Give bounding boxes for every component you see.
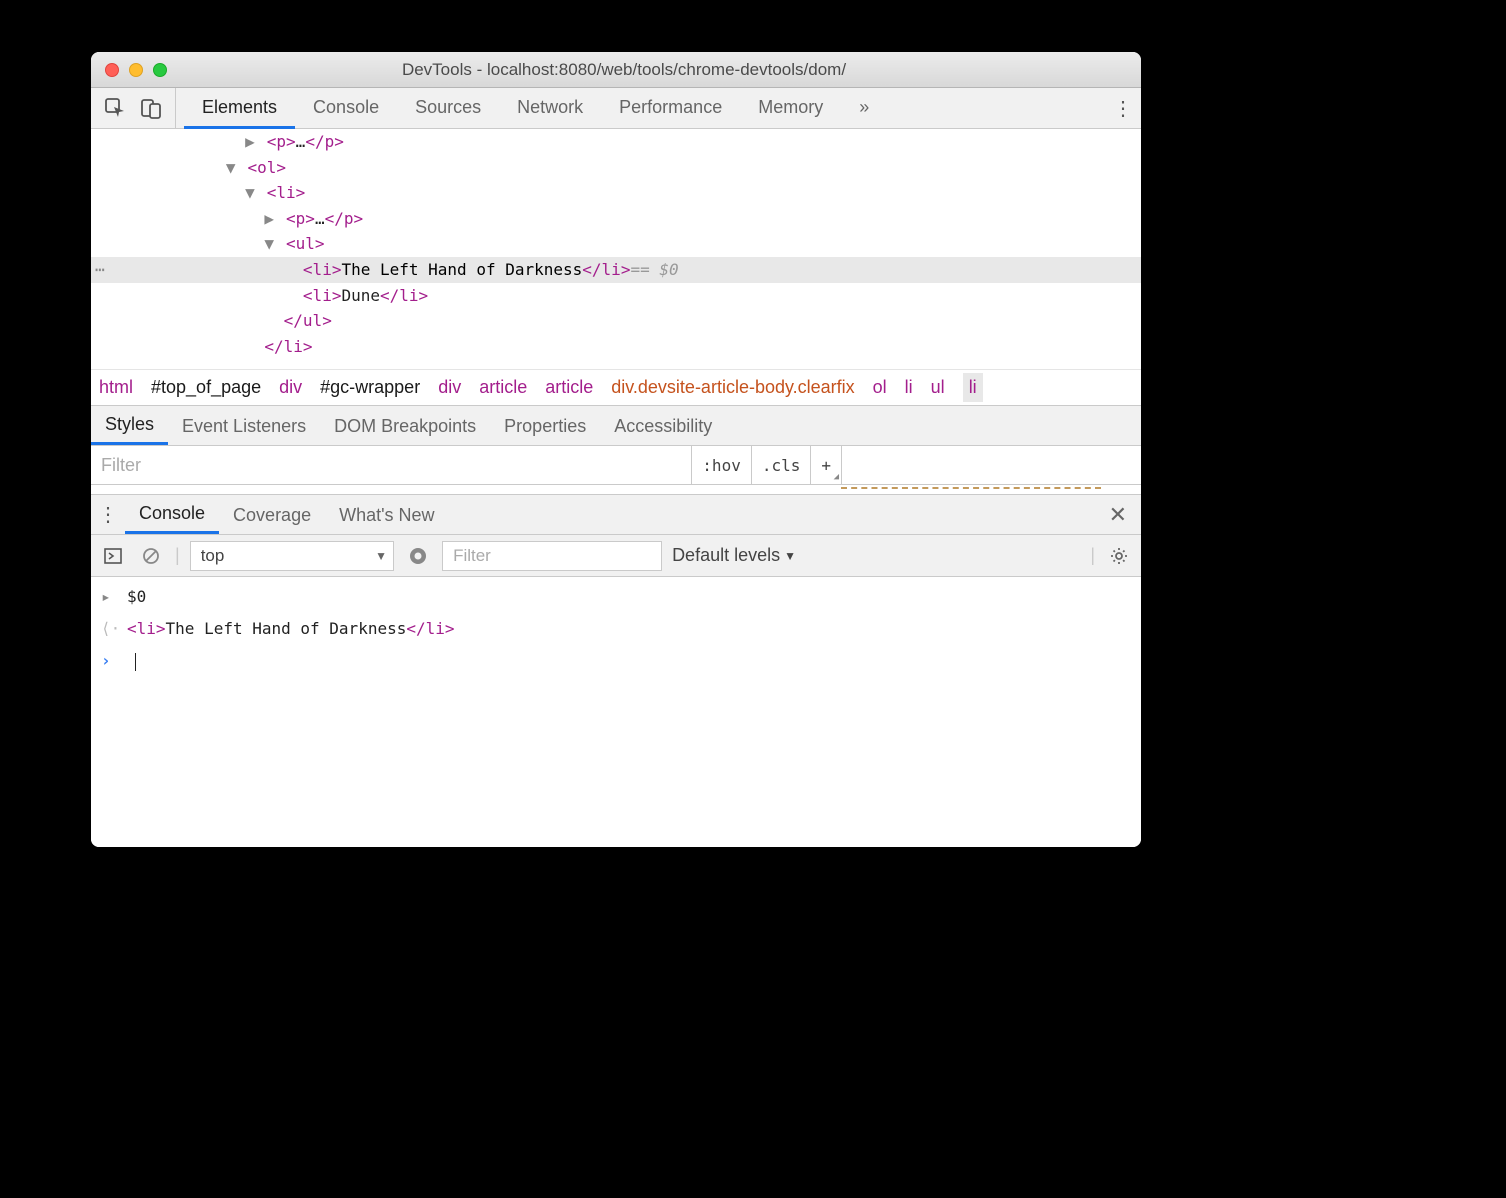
breadcrumb-item[interactable]: article	[479, 377, 527, 398]
console-settings-icon[interactable]	[1105, 538, 1133, 574]
prompt-chevron-icon: ›	[101, 645, 119, 677]
device-toolbar-icon[interactable]	[133, 90, 169, 126]
tree-tag: <p>	[286, 209, 315, 228]
breadcrumbs: html #top_of_page div #gc-wrapper div ar…	[91, 369, 1141, 405]
console-input-line: ▸ $0	[91, 581, 1141, 613]
tab-event-listeners[interactable]: Event Listeners	[168, 408, 320, 444]
drawer-tab-whatsnew[interactable]: What's New	[325, 497, 448, 533]
text-cursor	[135, 653, 136, 671]
tab-overflow[interactable]: »	[841, 88, 887, 129]
console-toolbar: | top ▼ Default levels ▼ |	[91, 535, 1141, 577]
tab-dom-breakpoints[interactable]: DOM Breakpoints	[320, 408, 490, 444]
tab-elements[interactable]: Elements	[184, 88, 295, 129]
breadcrumb-item[interactable]: ol	[873, 377, 887, 398]
close-drawer-button[interactable]: ✕	[1095, 502, 1141, 528]
console-prompt[interactable]: ›	[91, 645, 1141, 677]
output-indicator-icon: ⟨·	[101, 613, 119, 645]
traffic-lights	[91, 63, 167, 77]
tree-tag: <li>	[267, 183, 306, 202]
tree-tag: <ul>	[286, 234, 325, 253]
tab-styles[interactable]: Styles	[91, 406, 168, 445]
context-select[interactable]: top ▼	[190, 541, 394, 571]
breadcrumb-item[interactable]: #gc-wrapper	[320, 377, 420, 398]
breadcrumb-item[interactable]: li	[905, 377, 913, 398]
tab-console[interactable]: Console	[295, 88, 397, 129]
cls-button[interactable]: .cls	[751, 446, 811, 484]
tree-tag: </li>	[264, 337, 312, 356]
drawer-tab-console[interactable]: Console	[125, 495, 219, 534]
tree-tag: <li>	[303, 286, 342, 305]
tab-properties[interactable]: Properties	[490, 408, 600, 444]
breadcrumb-item[interactable]: div	[279, 377, 302, 398]
devtools-window: DevTools - localhost:8080/web/tools/chro…	[91, 52, 1141, 847]
tree-tag: </ul>	[284, 311, 332, 330]
drawer-menu-icon[interactable]: ⋮	[91, 502, 125, 527]
minimize-window-button[interactable]	[129, 63, 143, 77]
ellipsis-icon[interactable]: ⋯	[95, 257, 105, 283]
settings-menu-icon[interactable]: ⋮	[1105, 96, 1141, 121]
breadcrumb-item[interactable]: article	[545, 377, 593, 398]
tree-tag: <p>	[267, 132, 296, 151]
chevron-down-icon: ▼	[375, 549, 387, 563]
drawer-tabstrip: ⋮ Console Coverage What's New ✕	[91, 495, 1141, 535]
breadcrumb-item[interactable]: html	[99, 377, 133, 398]
breadcrumb-item-selected[interactable]: li	[963, 373, 983, 402]
inspect-element-icon[interactable]	[97, 90, 133, 126]
breadcrumb-item[interactable]: #top_of_page	[151, 377, 261, 398]
styles-filter-input[interactable]	[91, 446, 691, 484]
box-model-preview	[841, 487, 1101, 490]
log-levels-select[interactable]: Default levels ▼	[672, 545, 796, 566]
window-title: DevTools - localhost:8080/web/tools/chro…	[167, 60, 1141, 80]
console-output[interactable]: ▸ $0 ⟨· <li>The Left Hand of Darkness</l…	[91, 577, 1141, 847]
tab-network[interactable]: Network	[499, 88, 601, 129]
breadcrumb-item[interactable]: div	[438, 377, 461, 398]
tab-performance[interactable]: Performance	[601, 88, 740, 129]
breadcrumb-item[interactable]: div.devsite-article-body.clearfix	[611, 377, 854, 398]
maximize-window-button[interactable]	[153, 63, 167, 77]
clear-console-icon[interactable]	[137, 538, 165, 574]
chevron-down-icon: ▼	[784, 549, 796, 563]
elements-tree[interactable]: ▶ <p>…</p> ▼ <ol> ▼ <li> ▶ <p>…</p> ▼ <u…	[91, 129, 1141, 369]
hover-state-button[interactable]: :hov	[691, 446, 751, 484]
main-tabstrip: Elements Console Sources Network Perform…	[91, 88, 1141, 129]
styles-tabstrip: Styles Event Listeners DOM Breakpoints P…	[91, 405, 1141, 445]
close-window-button[interactable]	[105, 63, 119, 77]
tab-memory[interactable]: Memory	[740, 88, 841, 129]
live-expressions-icon[interactable]	[404, 538, 432, 574]
breadcrumb-item[interactable]: ul	[931, 377, 945, 398]
tab-sources[interactable]: Sources	[397, 88, 499, 129]
console-output-text: <li>The Left Hand of Darkness</li>	[119, 613, 455, 645]
selected-dom-node[interactable]: ⋯ <li>The Left Hand of Darkness</li> == …	[91, 257, 1141, 283]
styles-filter-row: :hov .cls +◢	[91, 445, 1141, 485]
tree-tag: <ol>	[248, 158, 287, 177]
expand-icon[interactable]: ▸	[101, 581, 119, 613]
console-input-text: $0	[119, 581, 146, 613]
tab-accessibility[interactable]: Accessibility	[600, 408, 726, 444]
console-filter-input[interactable]	[442, 541, 662, 571]
console-output-line: ⟨· <li>The Left Hand of Darkness</li>	[91, 613, 1141, 645]
drawer-tab-coverage[interactable]: Coverage	[219, 497, 325, 533]
titlebar: DevTools - localhost:8080/web/tools/chro…	[91, 52, 1141, 88]
styles-preview	[91, 485, 1141, 495]
new-style-rule-button[interactable]: +◢	[810, 446, 841, 484]
console-sidebar-toggle-icon[interactable]	[99, 538, 127, 574]
